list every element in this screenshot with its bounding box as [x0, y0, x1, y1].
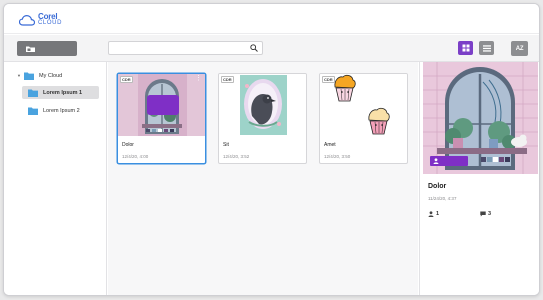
bird-illustration-thumbnail — [219, 74, 306, 136]
list-view-icon — [482, 44, 491, 52]
file-type-badge: CDR — [221, 76, 234, 83]
detail-file-date: 11/24/20, 4:37 — [428, 196, 457, 201]
collaborators-count[interactable]: 1 — [428, 211, 439, 217]
list-view-button[interactable] — [479, 41, 494, 55]
share-overlay-badge — [147, 95, 179, 115]
grid-view-button[interactable] — [458, 41, 473, 55]
details-panel: Dolor 11/24/20, 4:37 1 3 — [419, 62, 539, 295]
app-header: Corel CLOUD — [4, 4, 539, 34]
user-share-icon — [428, 211, 434, 217]
grid-view-icon — [462, 44, 469, 52]
file-thumbnail — [219, 74, 306, 136]
file-grid: CDR ⋮ Dolor 12/4/20, 4:00 CDR Sit 12/4/2… — [108, 62, 418, 295]
search-icon[interactable] — [250, 44, 258, 52]
file-date: 12/4/20, 4:00 — [122, 154, 149, 159]
share-button[interactable] — [430, 156, 468, 166]
folder-icon — [28, 107, 38, 115]
comments-count[interactable]: 3 — [480, 211, 491, 217]
file-card[interactable]: CDR Sit 12/4/20, 3:52 — [218, 73, 307, 164]
detail-file-title: Dolor — [428, 183, 447, 190]
tree-item-lorem-ipsum-2[interactable]: Lorem Ipsum 2 — [22, 104, 99, 117]
tree-item-my-cloud[interactable]: ▼ My Cloud — [17, 69, 97, 82]
file-type-badge: CDR — [120, 76, 133, 83]
tree-item-label: My Cloud — [39, 72, 63, 79]
file-date: 12/4/20, 3:52 — [223, 154, 250, 159]
upload-folder-button[interactable] — [17, 41, 77, 56]
cupcake-illustration-thumbnail — [320, 74, 407, 136]
file-card[interactable]: CDR ⋮ Dolor 12/4/20, 4:00 — [117, 73, 206, 164]
logo-brand: Corel — [38, 12, 58, 21]
file-card[interactable]: CDR Amet 12/4/20, 3:50 — [319, 73, 408, 164]
folder-icon — [28, 89, 38, 97]
collaborators-value: 1 — [436, 211, 440, 217]
comments-value: 3 — [488, 211, 492, 217]
cloud-icon — [19, 14, 35, 26]
kebab-menu-icon[interactable]: ⋮ — [195, 75, 202, 82]
folder-icon — [24, 72, 34, 80]
chevron-down-icon[interactable]: ▼ — [17, 73, 24, 78]
file-date: 12/4/20, 3:50 — [324, 154, 351, 159]
logo[interactable]: Corel CLOUD — [19, 13, 62, 27]
search-box — [108, 41, 263, 60]
file-preview — [423, 62, 538, 174]
file-thumbnail — [320, 74, 407, 136]
folder-tree: ▼ My Cloud Lorem Ipsum 1 Lorem Ipsum 2 — [4, 62, 107, 295]
sort-az-button[interactable]: AZ — [511, 41, 528, 56]
file-title: Dolor — [122, 142, 134, 148]
file-type-badge: CDR — [322, 76, 335, 83]
tree-item-label: Lorem Ipsum 2 — [43, 107, 80, 114]
user-share-icon — [433, 158, 439, 164]
file-title: Sit — [223, 142, 229, 148]
tree-item-label: Lorem Ipsum 1 — [43, 89, 83, 96]
search-input[interactable] — [109, 48, 239, 60]
app-window: Corel CLOUD AZ ▼ My Cloud Lorem Ipsum 1 … — [3, 3, 540, 296]
logo-product: CLOUD — [38, 20, 63, 26]
tree-item-lorem-ipsum-1[interactable]: Lorem Ipsum 1 — [22, 86, 99, 99]
folder-upload-icon — [26, 46, 35, 52]
toolbar: AZ — [4, 35, 539, 62]
comment-icon — [480, 211, 486, 217]
file-title: Amet — [324, 142, 336, 148]
